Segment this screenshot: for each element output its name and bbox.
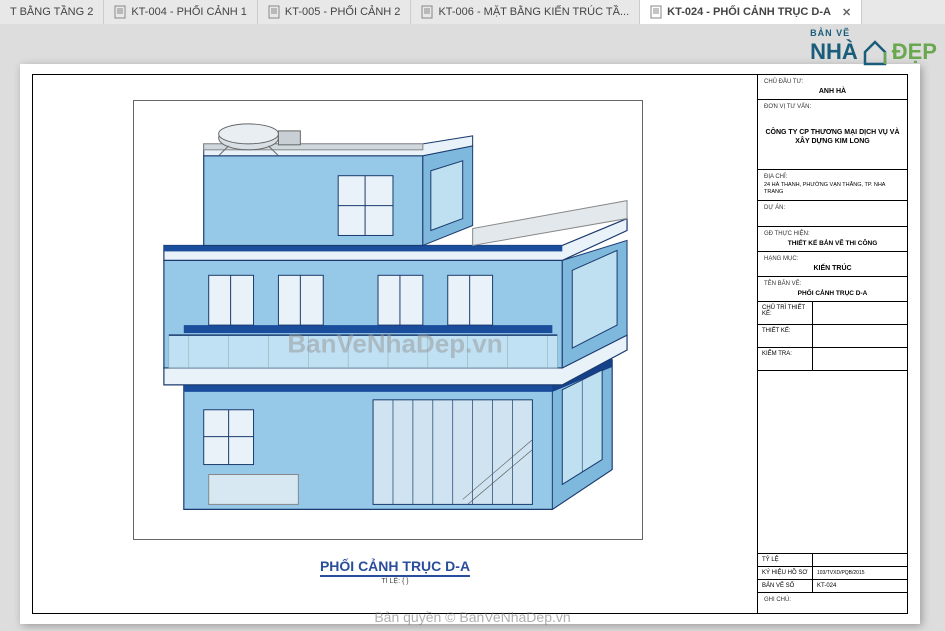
title-block: CHỦ ĐẦU TƯ: ANH HÀ ĐƠN VỊ TƯ VẤN: CÔNG T…	[757, 75, 907, 613]
document-icon	[114, 5, 126, 19]
drawing-viewport	[133, 100, 643, 540]
document-icon	[421, 5, 433, 19]
note-label: GHI CHÚ:	[764, 597, 901, 603]
tab-kt003[interactable]: T BẰNG TẦNG 2	[0, 0, 104, 24]
tab-kt006[interactable]: KT-006 - MẶT BẰNG KIẾN TRÚC TẦ...	[411, 0, 640, 24]
tab-kt004[interactable]: KT-004 - PHỐI CẢNH 1	[104, 0, 258, 24]
close-icon[interactable]: ✕	[842, 6, 851, 19]
document-tab-bar: T BẰNG TẦNG 2 KT-004 - PHỐI CẢNH 1 KT-00…	[0, 0, 945, 24]
drawing-sheet: PHỐI CẢNH TRỤC D-A TỈ LỆ: { } BanVeNhaDe…	[20, 64, 920, 624]
sheet-name-label: TÊN BẢN VẼ:	[764, 281, 901, 287]
code-key: KÝ HIỆU HỒ SƠ	[758, 567, 813, 579]
sheet-val: KT-024	[813, 580, 907, 592]
tab-label: KT-005 - PHỐI CẢNH 2	[285, 6, 401, 18]
tab-kt024[interactable]: KT-024 - PHỐI CẢNH TRỤC D-A ✕	[640, 0, 862, 24]
brand-logo: BẢN VẼ NHÀ ĐẸP	[810, 28, 937, 66]
designer-label: THIẾT KẾ:	[758, 325, 813, 347]
project-label: DỰ ÁN:	[764, 205, 901, 211]
logo-line2b: ĐẸP	[892, 41, 937, 63]
checker-label: KIỂM TRA:	[758, 348, 813, 370]
drawing-region: PHỐI CẢNH TRỤC D-A TỈ LỆ: { } BanVeNhaDe…	[33, 75, 757, 613]
tab-label: KT-024 - PHỐI CẢNH TRỤC D-A	[667, 6, 831, 18]
step-value: THIẾT KẾ BẢN VẼ THI CÔNG	[764, 240, 901, 247]
sheet-border: PHỐI CẢNH TRỤC D-A TỈ LỆ: { } BanVeNhaDe…	[32, 74, 908, 614]
drawing-title-block: PHỐI CẢNH TRỤC D-A TỈ LỆ: { }	[320, 558, 470, 585]
sheet-key: BẢN VẼ SỐ	[758, 580, 813, 592]
house-icon	[860, 38, 890, 66]
tab-label: KT-004 - PHỐI CẢNH 1	[131, 6, 247, 18]
logo-line2a: NHÀ	[810, 41, 858, 63]
document-icon	[268, 5, 280, 19]
tab-label: KT-006 - MẶT BẰNG KIẾN TRÚC TẦ...	[438, 6, 629, 18]
chief-designer-label: CHỦ TRÌ THIẾT KẾ:	[758, 302, 813, 324]
owner-name: ANH HÀ	[764, 88, 901, 95]
consultant-name: CÔNG TY CP THƯƠNG MẠI DỊCH VỤ VÀ XÂY DỰN…	[764, 128, 901, 146]
code-val: 103/TVXD/PQB/2015	[813, 567, 907, 579]
document-icon	[650, 5, 662, 19]
tab-kt005[interactable]: KT-005 - PHỐI CẢNH 2	[258, 0, 412, 24]
owner-label: CHỦ ĐẦU TƯ:	[764, 79, 901, 85]
copyright-text: Bản quyền © BanVeNhaDep.vn	[374, 609, 570, 625]
sheet-name-value: PHỐI CẢNH TRỤC D-A	[764, 290, 901, 297]
drawing-scale: TỈ LỆ: { }	[320, 578, 470, 585]
consultant-label: ĐƠN VỊ TƯ VẤN:	[764, 104, 901, 110]
address-value: 24 HÀ THANH, PHƯỜNG VẠN THẮNG, TP. NHA T…	[764, 182, 901, 196]
category-value: KIẾN TRÚC	[764, 265, 901, 272]
tab-label: T BẰNG TẦNG 2	[10, 6, 93, 18]
logo-line1: BẢN VẼ	[810, 28, 937, 38]
drawing-canvas[interactable]: PHỐI CẢNH TRỤC D-A TỈ LỆ: { } BanVeNhaDe…	[0, 24, 945, 631]
drawing-title: PHỐI CẢNH TRỤC D-A	[320, 558, 470, 577]
step-label: GĐ THỰC HIỆN:	[764, 231, 901, 237]
scale-val	[813, 554, 907, 566]
scale-key: TỶ LỆ	[758, 554, 813, 566]
building-perspective	[134, 101, 642, 539]
address-label: ĐỊA CHỈ:	[764, 174, 901, 180]
category-label: HẠNG MỤC:	[764, 256, 901, 262]
